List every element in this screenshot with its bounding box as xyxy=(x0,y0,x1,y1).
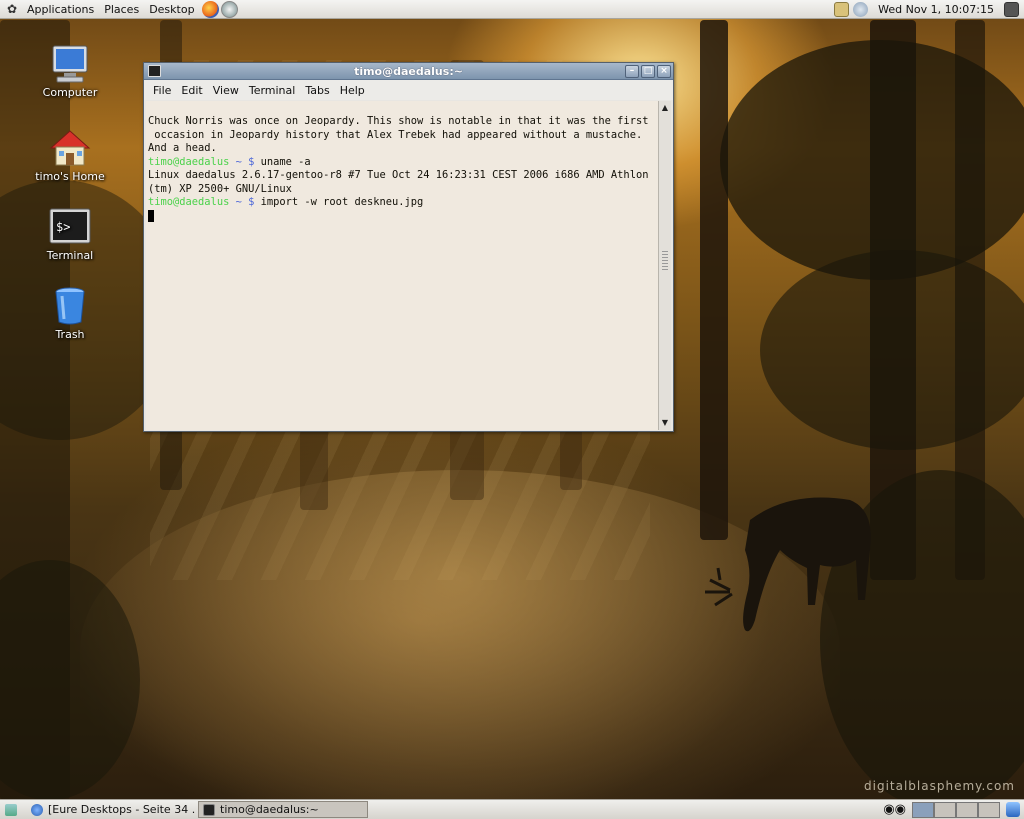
desktop-icon-label: Terminal xyxy=(46,249,94,262)
wallpaper-watermark: digitalblasphemy.com xyxy=(864,779,1015,793)
menu-desktop[interactable]: Desktop xyxy=(144,0,199,19)
menu-edit[interactable]: Edit xyxy=(176,84,207,97)
terminal-menubar: File Edit View Terminal Tabs Help xyxy=(144,80,673,100)
terminal-line: And a head. xyxy=(148,142,217,154)
taskbar-item-browser[interactable]: [Eure Desktops - Seite 34 ... xyxy=(26,801,196,818)
prompt-symbol: ~ $ xyxy=(229,155,255,168)
window-titlebar[interactable]: timo@daedalus:~ – □ × xyxy=(144,63,673,80)
terminal-window-icon xyxy=(203,803,215,816)
terminal-output[interactable]: Chuck Norris was once on Jeopardy. This … xyxy=(146,101,660,430)
taskbar-item-label: [Eure Desktops - Seite 34 ... xyxy=(48,803,196,816)
scrollbar-grip[interactable] xyxy=(662,251,668,271)
show-desktop-icon xyxy=(5,803,17,816)
foliage xyxy=(720,40,1024,280)
desktop-icon-terminal[interactable]: $> Terminal xyxy=(25,207,115,262)
menu-tabs[interactable]: Tabs xyxy=(300,84,334,97)
panel-tray: Wed Nov 1, 10:07:15 xyxy=(832,0,1024,19)
menu-applications[interactable]: Applications xyxy=(22,0,99,19)
tree-silhouette xyxy=(700,20,728,540)
scroll-down-arrow-icon[interactable]: ▼ xyxy=(659,417,671,429)
workspace-2[interactable] xyxy=(934,801,956,818)
prompt-user: timo@daedalus xyxy=(148,196,230,208)
trash-applet-icon[interactable] xyxy=(1006,802,1020,817)
network-tray-icon[interactable] xyxy=(853,1,869,17)
bottom-panel: [Eure Desktops - Seite 34 ... timo@daeda… xyxy=(0,799,1024,819)
prompt-user: timo@daedalus xyxy=(148,155,230,168)
terminal-prompt-line: timo@daedalus ~ $ import -w root deskneu… xyxy=(148,196,658,210)
desktop-icon-computer[interactable]: Computer xyxy=(25,44,115,99)
firefox-launcher-icon[interactable] xyxy=(201,0,219,18)
terminal-icon: $> xyxy=(48,207,92,247)
terminal-text: Chuck Norris was once on Jeopardy. This … xyxy=(148,115,658,224)
prompt-command: import -w root deskneu.jpg xyxy=(254,196,424,208)
show-desktop-icon[interactable] xyxy=(1004,1,1019,17)
desktop-icon-trash[interactable]: Trash xyxy=(25,286,115,341)
browser-window-icon xyxy=(31,803,43,816)
workspace-3[interactable] xyxy=(956,801,978,818)
taskbar-item-label: timo@daedalus:~ xyxy=(220,803,319,816)
workspace-4[interactable] xyxy=(978,801,1000,818)
taskbar-item-terminal[interactable]: timo@daedalus:~ xyxy=(198,801,368,818)
terminal-prompt-line: timo@daedalus ~ $ uname -a xyxy=(148,156,658,170)
panel-applets: ◉◉ xyxy=(883,802,912,817)
notes-tray-icon[interactable] xyxy=(834,1,850,17)
trash-icon xyxy=(48,286,92,326)
desktop-icon-label: timo's Home xyxy=(35,170,105,183)
prompt-symbol: ~ $ xyxy=(229,196,255,208)
workspace-switcher[interactable] xyxy=(912,801,1000,818)
terminal-window[interactable]: timo@daedalus:~ – □ × File Edit View Ter… xyxy=(143,62,674,432)
menu-file[interactable]: File xyxy=(148,84,176,97)
terminal-line: Linux daedalus 2.6.17-gentoo-r8 #7 Tue O… xyxy=(148,169,649,181)
minimize-button[interactable]: – xyxy=(625,65,639,78)
menu-help[interactable]: Help xyxy=(335,84,370,97)
terminal-line: (tm) XP 2500+ GNU/Linux xyxy=(148,182,292,195)
menu-view[interactable]: View xyxy=(208,84,244,97)
svg-text:$>: $> xyxy=(56,220,70,234)
text-cursor xyxy=(148,209,154,222)
terminal-cursor-line xyxy=(148,209,658,225)
eyes-applet-icon[interactable]: ◉◉ xyxy=(883,802,906,817)
prompt-command: uname -a xyxy=(254,155,311,168)
terminal-scrollbar[interactable]: ▲ ▼ xyxy=(658,101,671,430)
foliage xyxy=(760,250,1024,450)
workspace-1[interactable] xyxy=(912,801,934,818)
desktop-icon-home[interactable]: timo's Home xyxy=(25,128,115,183)
desktop-background: digitalblasphemy.com Computer timo's Hom… xyxy=(0,0,1024,819)
terminal-line: occasion in Jeopardy history that Alex T… xyxy=(148,128,643,141)
gnome-foot-icon[interactable]: ✿ xyxy=(4,1,20,17)
deer-silhouette xyxy=(705,497,871,632)
mail-launcher-icon[interactable] xyxy=(220,0,238,18)
terminal-line: Chuck Norris was once on Jeopardy. This … xyxy=(148,115,649,127)
close-button[interactable]: × xyxy=(657,65,671,78)
clock[interactable]: Wed Nov 1, 10:07:15 xyxy=(870,3,1002,16)
desktop-icon-label: Trash xyxy=(55,328,85,341)
top-panel: ✿ Applications Places Desktop Wed Nov 1,… xyxy=(0,0,1024,19)
scroll-up-arrow-icon[interactable]: ▲ xyxy=(659,102,671,114)
window-title: timo@daedalus:~ xyxy=(354,65,463,78)
desktop-icon-label: Computer xyxy=(42,86,98,99)
computer-icon xyxy=(48,44,92,84)
show-desktop-button[interactable] xyxy=(2,801,24,818)
maximize-button[interactable]: □ xyxy=(641,65,655,78)
menu-terminal[interactable]: Terminal xyxy=(244,84,301,97)
menu-places[interactable]: Places xyxy=(99,0,144,19)
home-folder-icon xyxy=(48,128,92,168)
